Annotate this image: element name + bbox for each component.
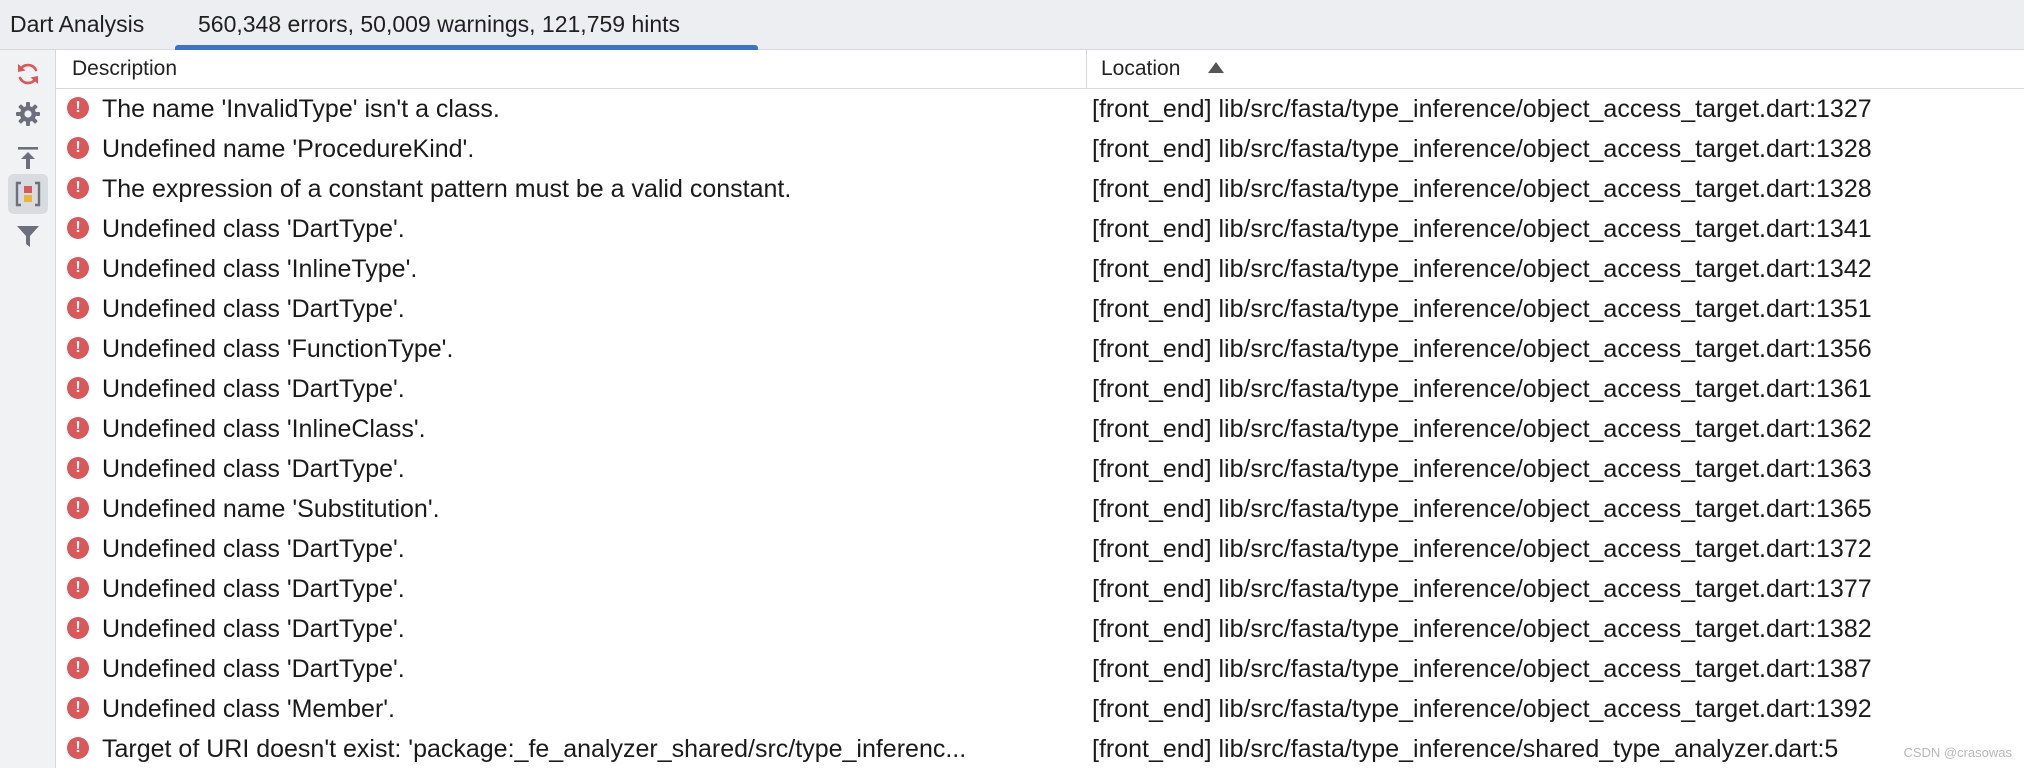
problem-description: Undefined class 'DartType'. [102, 575, 405, 603]
problems-table: Description Location ! The name 'InvalidT… [56, 50, 2024, 768]
problem-location: [front_end] lib/src/fasta/type_inference… [1092, 215, 1872, 243]
problem-location: [front_end] lib/src/fasta/type_inference… [1092, 335, 1872, 363]
table-row[interactable]: ! The name 'InvalidType' isn't a class. [f… [56, 89, 2024, 129]
error-icon: ! [67, 297, 89, 319]
problem-location: [front_end] lib/src/fasta/type_inference… [1092, 255, 1872, 283]
refresh-button[interactable] [8, 54, 48, 94]
error-icon: ! [67, 257, 89, 279]
problem-location: [front_end] lib/src/fasta/type_inference… [1092, 295, 1872, 323]
problem-location: [front_end] lib/src/fasta/type_inference… [1092, 415, 1872, 443]
problem-description: Undefined class 'FunctionType'. [102, 335, 454, 363]
table-row[interactable]: ! Undefined class 'Member'. [front_end] li… [56, 689, 2024, 729]
sort-ascending-icon[interactable] [1208, 62, 1224, 73]
autoscroll-to-source-icon [18, 147, 38, 169]
group-by-file-button[interactable] [8, 174, 48, 214]
error-icon: ! [67, 417, 89, 439]
tool-window-header: Dart Analysis 560,348 errors, 50,009 war… [0, 0, 2024, 50]
table-body: ! The name 'InvalidType' isn't a class. [f… [56, 89, 2024, 769]
problem-description: Undefined class 'DartType'. [102, 215, 405, 243]
table-row[interactable]: ! The expression of a constant pattern mu… [56, 169, 2024, 209]
problem-description: Undefined name 'ProcedureKind'. [102, 135, 475, 163]
refresh-icon [18, 63, 38, 85]
problem-location: [front_end] lib/src/fasta/type_inference… [1092, 455, 1872, 483]
error-icon: ! [67, 177, 89, 199]
problem-description: The name 'InvalidType' isn't a class. [102, 95, 500, 123]
problem-location: [front_end] lib/src/fasta/type_inference… [1092, 695, 1872, 723]
problem-description: Undefined class 'InlineType'. [102, 255, 418, 283]
column-header-description[interactable]: Description [72, 56, 177, 82]
problem-location: [front_end] lib/src/fasta/type_inference… [1092, 95, 1872, 123]
table-row[interactable]: ! Target of URI doesn't exist: 'package:_… [56, 729, 2024, 769]
table-row[interactable]: ! Undefined class 'DartType'. [front_end] … [56, 609, 2024, 649]
table-row[interactable]: ! Undefined name 'ProcedureKind'. [front_e… [56, 129, 2024, 169]
error-icon: ! [67, 337, 89, 359]
problem-description: Undefined class 'Member'. [102, 695, 396, 723]
table-row[interactable]: ! Undefined name 'Substitution'. [front_en… [56, 489, 2024, 529]
error-icon: ! [67, 657, 89, 679]
autoscroll-button[interactable] [8, 138, 48, 178]
tool-window-title: Dart Analysis [10, 11, 145, 37]
error-icon: ! [67, 737, 89, 759]
problem-description: Undefined name 'Substitution'. [102, 495, 440, 523]
table-row[interactable]: ! Undefined class 'DartType'. [front_end] … [56, 529, 2024, 569]
error-icon: ! [67, 537, 89, 559]
problem-description: Undefined class 'DartType'. [102, 455, 405, 483]
tab-analysis-summary[interactable]: 560,348 errors, 50,009 warnings, 121,759… [175, 0, 758, 50]
problem-location: [front_end] lib/src/fasta/type_inference… [1092, 575, 1872, 603]
tool-window-toolbar [0, 50, 56, 768]
problem-location: [front_end] lib/src/fasta/type_inference… [1092, 655, 1872, 683]
table-row[interactable]: ! Undefined class 'InlineClass'. [front_en… [56, 409, 2024, 449]
problem-location: [front_end] lib/src/fasta/type_inference… [1092, 535, 1872, 563]
error-icon: ! [67, 577, 89, 599]
problem-location: [front_end] lib/src/fasta/type_inference… [1092, 735, 1839, 763]
error-icon: ! [67, 377, 89, 399]
error-icon: ! [67, 97, 89, 119]
problem-description: The expression of a constant pattern mus… [102, 175, 792, 203]
error-icon: ! [67, 457, 89, 479]
problem-description: Undefined class 'InlineClass'. [102, 415, 426, 443]
table-row[interactable]: ! Undefined class 'FunctionType'. [front_e… [56, 329, 2024, 369]
problem-description: Undefined class 'DartType'. [102, 615, 405, 643]
problem-description: Undefined class 'DartType'. [102, 375, 405, 403]
problem-location: [front_end] lib/src/fasta/type_inference… [1092, 175, 1872, 203]
error-icon: ! [67, 217, 89, 239]
group-by-file-icon [15, 181, 41, 207]
column-header-location[interactable]: Location [1101, 56, 1180, 82]
filter-button[interactable] [8, 216, 48, 256]
filter-icon [17, 226, 39, 247]
table-row[interactable]: ! Undefined class 'DartType'. [front_end] … [56, 289, 2024, 329]
problem-location: [front_end] lib/src/fasta/type_inference… [1092, 135, 1872, 163]
table-header: Description Location [56, 50, 2024, 89]
error-icon: ! [67, 697, 89, 719]
problem-description: Undefined class 'DartType'. [102, 295, 405, 323]
problem-location: [front_end] lib/src/fasta/type_inference… [1092, 375, 1872, 403]
error-icon: ! [67, 497, 89, 519]
table-row[interactable]: ! Undefined class 'DartType'. [front_end] … [56, 569, 2024, 609]
watermark: CSDN @crasowas [1903, 745, 2012, 760]
table-row[interactable]: ! Undefined class 'DartType'. [front_end] … [56, 449, 2024, 489]
column-resize-handle[interactable] [1086, 50, 1087, 89]
table-row[interactable]: ! Undefined class 'DartType'. [front_end] … [56, 209, 2024, 249]
problem-description: Undefined class 'DartType'. [102, 655, 405, 683]
settings-button[interactable] [8, 94, 48, 134]
table-row[interactable]: ! Undefined class 'DartType'. [front_end] … [56, 369, 2024, 409]
problem-location: [front_end] lib/src/fasta/type_inference… [1092, 495, 1872, 523]
error-icon: ! [67, 617, 89, 639]
table-row[interactable]: ! Undefined class 'DartType'. [front_end] … [56, 649, 2024, 689]
table-row[interactable]: ! Undefined class 'InlineType'. [front_end… [56, 249, 2024, 289]
problem-location: [front_end] lib/src/fasta/type_inference… [1092, 615, 1872, 643]
gear-icon [16, 102, 40, 126]
error-icon: ! [67, 137, 89, 159]
problem-description: Target of URI doesn't exist: 'package:_f… [102, 735, 967, 763]
problem-description: Undefined class 'DartType'. [102, 535, 405, 563]
tab-label: 560,348 errors, 50,009 warnings, 121,759… [198, 11, 681, 37]
